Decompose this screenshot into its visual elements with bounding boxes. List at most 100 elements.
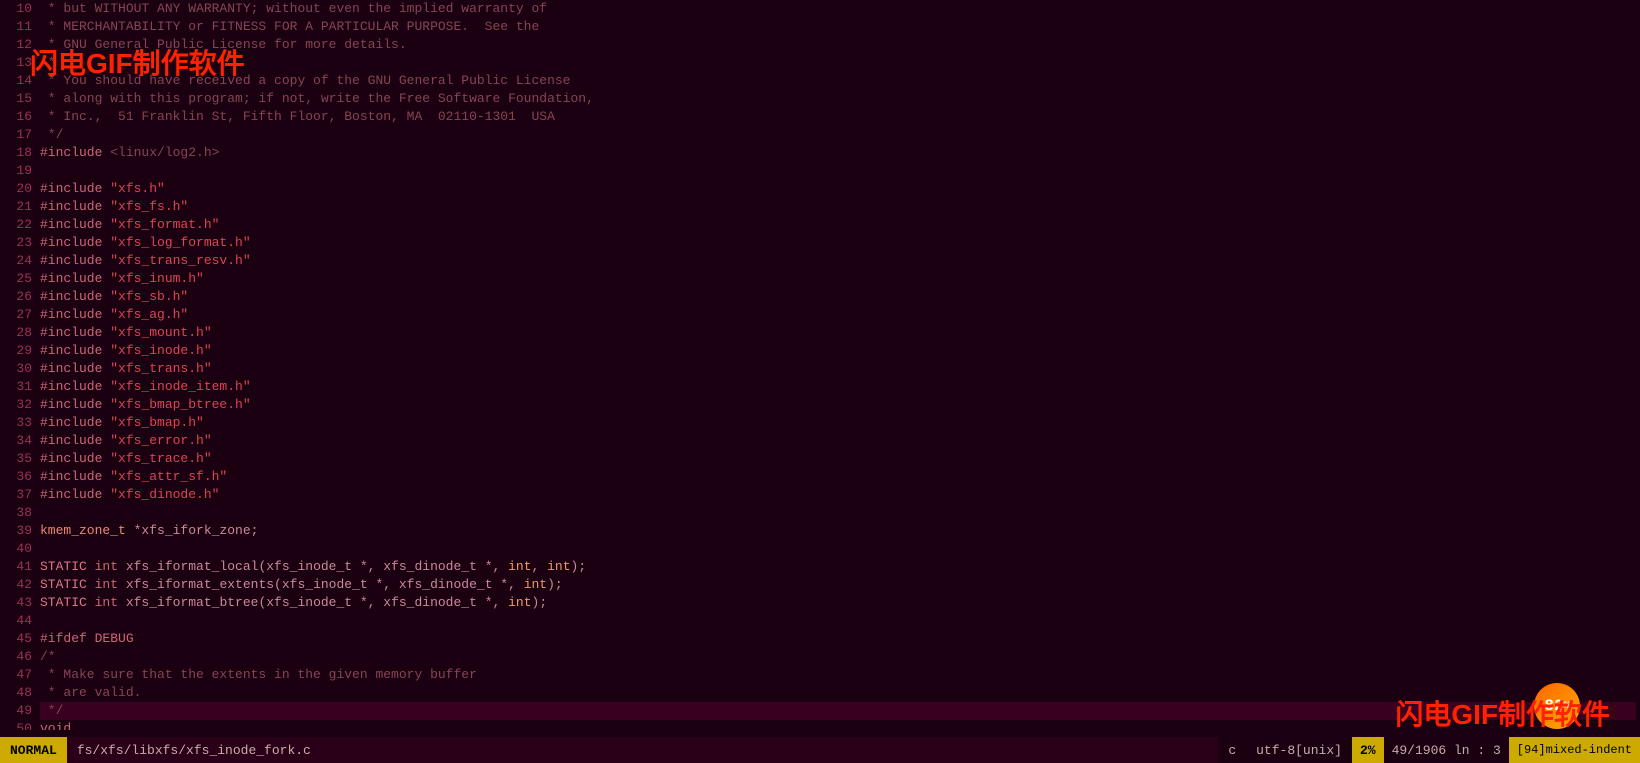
line-code: */ <box>40 126 1636 144</box>
line-code: #include "xfs_bmap.h" <box>40 414 1636 432</box>
line-code: STATIC int xfs_iformat_btree(xfs_inode_t… <box>40 594 1636 612</box>
line-number: 22 <box>4 216 32 234</box>
line-col-indicator: 49/1906 ln : 3 <box>1384 737 1509 763</box>
code-line: 44 <box>0 612 1640 630</box>
code-line: 38 <box>0 504 1640 522</box>
code-line: 22#include "xfs_format.h" <box>0 216 1640 234</box>
code-line: 16 * Inc., 51 Franklin St, Fifth Floor, … <box>0 108 1640 126</box>
line-number: 38 <box>4 504 32 522</box>
line-code: #include "xfs_fs.h" <box>40 198 1636 216</box>
code-line: 24 #include "xfs_trans_resv.h" <box>0 252 1640 270</box>
line-number: 49 <box>4 702 32 720</box>
line-code: #include "xfs_inode.h" <box>40 342 1636 360</box>
line-code: #include "xfs_bmap_btree.h" <box>40 396 1636 414</box>
line-code: STATIC int xfs_iformat_extents(xfs_inode… <box>40 576 1636 594</box>
line-number: 33 <box>4 414 32 432</box>
line-code: * <box>40 54 1636 72</box>
line-number: 19 <box>4 162 32 180</box>
line-code: #ifdef DEBUG <box>40 630 1636 648</box>
badge-value: 82 <box>1544 697 1563 715</box>
status-right-section: c utf-8[unix] 2% 49/1906 ln : 3 [94]mixe… <box>1218 737 1640 763</box>
line-number: 29 <box>4 342 32 360</box>
code-editor: 10 * but WITHOUT ANY WARRANTY; without e… <box>0 0 1640 730</box>
line-number: 15 <box>4 90 32 108</box>
line-number: 14 <box>4 72 32 90</box>
code-line: 14 * You should have received a copy of … <box>0 72 1640 90</box>
code-line: 47 * Make sure that the extents in the g… <box>0 666 1640 684</box>
line-code: * along with this program; if not, write… <box>40 90 1636 108</box>
code-line: 48 * are valid. <box>0 684 1640 702</box>
line-code: * You should have received a copy of the… <box>40 72 1636 90</box>
line-number: 48 <box>4 684 32 702</box>
line-number: 10 <box>4 0 32 18</box>
code-line: 23#include "xfs_log_format.h" <box>0 234 1640 252</box>
code-line: 32#include "xfs_bmap_btree.h" <box>0 396 1640 414</box>
code-line: 34#include "xfs_error.h" <box>0 432 1640 450</box>
line-code <box>40 612 1636 630</box>
line-number: 40 <box>4 540 32 558</box>
line-code: #include "xfs_trace.h" <box>40 450 1636 468</box>
line-number: 17 <box>4 126 32 144</box>
line-number: 34 <box>4 432 32 450</box>
line-code <box>40 504 1636 522</box>
line-code: * but WITHOUT ANY WARRANTY; without even… <box>40 0 1636 18</box>
line-code <box>40 162 1636 180</box>
line-number: 18 <box>4 144 32 162</box>
line-number: 24 <box>4 252 32 270</box>
line-number: 28 <box>4 324 32 342</box>
line-number: 44 <box>4 612 32 630</box>
badge-suffix: % <box>1564 701 1570 712</box>
code-line: 30#include "xfs_trans.h" <box>0 360 1640 378</box>
line-code: #include "xfs_ag.h" <box>40 306 1636 324</box>
line-code: #include "xfs_trans_resv.h" <box>40 252 1636 270</box>
code-line: 31#include "xfs_inode_item.h" <box>0 378 1640 396</box>
code-line: 46/* <box>0 648 1640 666</box>
code-line: 33 #include "xfs_bmap.h" <box>0 414 1640 432</box>
code-line: 42STATIC int xfs_iformat_extents(xfs_ino… <box>0 576 1640 594</box>
line-number: 43 <box>4 594 32 612</box>
line-code: * Inc., 51 Franklin St, Fifth Floor, Bos… <box>40 108 1636 126</box>
code-line: 13 * <box>0 54 1640 72</box>
filetype-indicator: c <box>1218 737 1246 763</box>
code-line: 18 #include <linux/log2.h> <box>0 144 1640 162</box>
line-code: #include <linux/log2.h> <box>40 144 1636 162</box>
line-number: 36 <box>4 468 32 486</box>
code-line: 25#include "xfs_inum.h" <box>0 270 1640 288</box>
code-line: 11 * MERCHANTABILITY or FITNESS FOR A PA… <box>0 18 1640 36</box>
code-line: 21#include "xfs_fs.h" <box>0 198 1640 216</box>
code-line: 41STATIC int xfs_iformat_local(xfs_inode… <box>0 558 1640 576</box>
line-number: 27 <box>4 306 32 324</box>
line-code: */ <box>40 702 1636 720</box>
line-number: 35 <box>4 450 32 468</box>
line-code: #include "xfs_sb.h" <box>40 288 1636 306</box>
scroll-percent: 2% <box>1352 737 1384 763</box>
code-line: 26 #include "xfs_sb.h" <box>0 288 1640 306</box>
line-code: #include "xfs_dinode.h" <box>40 486 1636 504</box>
line-code: * MERCHANTABILITY or FITNESS FOR A PARTI… <box>40 18 1636 36</box>
encoding-indicator: utf-8[unix] <box>1246 737 1352 763</box>
code-line: 28#include "xfs_mount.h" <box>0 324 1640 342</box>
line-number: 26 <box>4 288 32 306</box>
line-code: #include "xfs_trans.h" <box>40 360 1636 378</box>
code-line: 27 #include "xfs_ag.h" <box>0 306 1640 324</box>
code-line: 15 * along with this program; if not, wr… <box>0 90 1640 108</box>
code-line: 17 */ <box>0 126 1640 144</box>
status-bar: NORMAL fs/xfs/libxfs/xfs_inode_fork.c c … <box>0 737 1640 763</box>
line-number: 23 <box>4 234 32 252</box>
line-number: 50 <box>4 720 32 730</box>
line-number: 16 <box>4 108 32 126</box>
line-code: #include "xfs_inode_item.h" <box>40 378 1636 396</box>
line-code: #include "xfs_inum.h" <box>40 270 1636 288</box>
line-number: 41 <box>4 558 32 576</box>
line-number: 37 <box>4 486 32 504</box>
line-number: 45 <box>4 630 32 648</box>
file-path: fs/xfs/libxfs/xfs_inode_fork.c <box>67 737 1219 763</box>
line-code: void <box>40 720 1636 730</box>
code-line: 12 * GNU General Public License for more… <box>0 36 1640 54</box>
code-line: 35 #include "xfs_trace.h" <box>0 450 1640 468</box>
vim-mode: NORMAL <box>0 737 67 763</box>
line-number: 13 <box>4 54 32 72</box>
code-line: 50 void <box>0 720 1640 730</box>
code-line: 10 * but WITHOUT ANY WARRANTY; without e… <box>0 0 1640 18</box>
code-line: 37 #include "xfs_dinode.h" <box>0 486 1640 504</box>
